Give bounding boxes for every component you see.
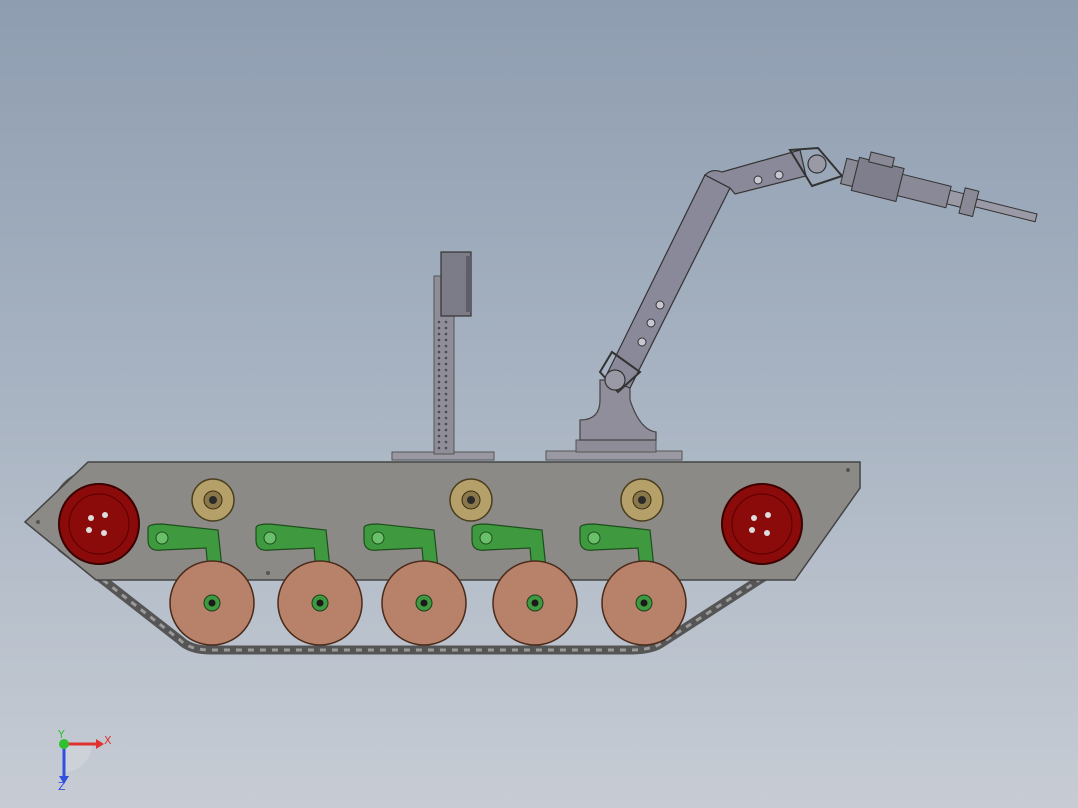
cad-viewport[interactable]: X Y Z (0, 0, 1078, 808)
y-axis-label: Y (57, 728, 65, 741)
robotic-arm[interactable] (545, 146, 1042, 461)
idler-roller[interactable] (620, 478, 664, 522)
x-axis-label: X (104, 734, 112, 747)
model-scene[interactable]: X Y Z (0, 0, 1078, 808)
z-axis-label: Z (58, 780, 66, 793)
drive-sprocket-rear[interactable] (58, 483, 140, 565)
road-wheel[interactable] (169, 560, 255, 646)
idler-roller[interactable] (191, 478, 235, 522)
coordinate-triad: X Y Z (57, 728, 112, 793)
camera-mast[interactable] (391, 251, 495, 461)
road-wheel[interactable] (492, 560, 578, 646)
road-wheel[interactable] (601, 560, 687, 646)
road-wheel[interactable] (277, 560, 363, 646)
drive-sprocket-front[interactable] (721, 483, 803, 565)
idler-roller[interactable] (449, 478, 493, 522)
road-wheel[interactable] (381, 560, 467, 646)
